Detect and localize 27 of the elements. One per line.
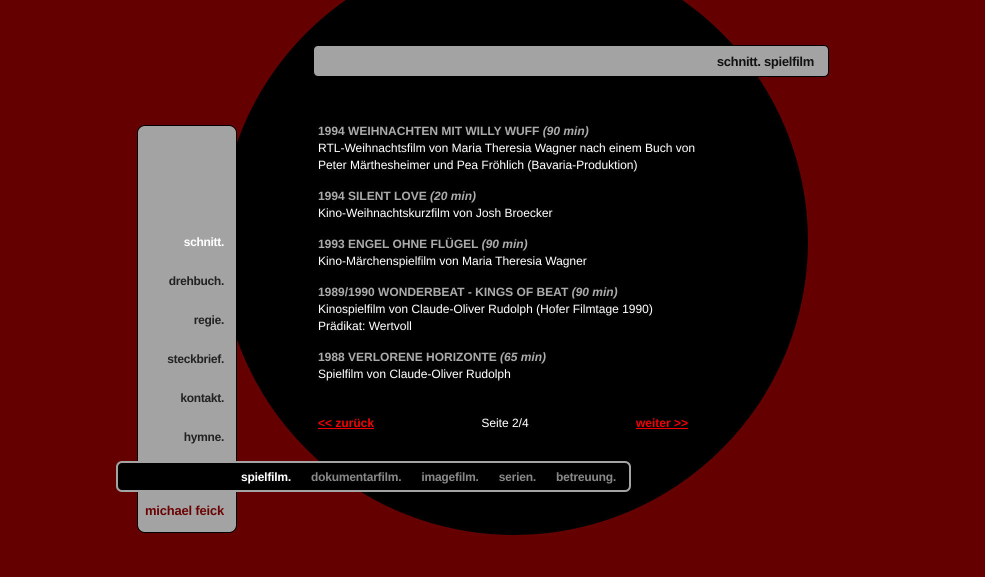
film-description: RTL-Weihnachtsfilm von Maria Theresia Wagner nach einem Buch von [318, 140, 696, 157]
film-description: Kino-Weihnachtskurzfilm von Josh Broecker [318, 205, 554, 222]
film-description: Spielfilm von Claude-Oliver Rudolph [318, 366, 512, 383]
category-link[interactable]: serien. [498, 470, 536, 484]
next-link[interactable]: weiter >> [636, 416, 688, 430]
film-title: 1989/1990 WONDERBEAT - KINGS OF BEAT (90 min) [318, 284, 619, 301]
sidebar-link[interactable]: hymne. [184, 429, 224, 445]
sidebar-link[interactable]: regie. [194, 312, 224, 328]
sidebar-link[interactable]: kontakt. [180, 390, 224, 406]
film-title: 1994 WEIHNACHTEN MIT WILLY WUFF (90 min) [318, 123, 590, 140]
page-title: schnitt. spielfilm [716, 54, 814, 68]
film-description: Kino-Märchenspielfilm von Maria Theresia Wagner [318, 253, 588, 270]
category-link[interactable]: betreuung. [556, 470, 616, 484]
sidebar-link[interactable]: drehbuch. [168, 273, 224, 289]
film-title: 1988 VERLORENE HORIZONTE (65 min) [318, 349, 548, 366]
category-link[interactable]: imagefilm. [421, 470, 479, 484]
category-link[interactable]: dokumentarfilm. [310, 470, 402, 484]
category-link[interactable]: spielfilm. [240, 470, 291, 484]
film-title: 1993 ENGEL OHNE FLÜGEL (90 min) [318, 236, 529, 253]
previous-link[interactable]: << zurück [318, 416, 374, 430]
film-title: 1994 SILENT LOVE (20 min) [318, 188, 478, 205]
film-description: Peter Märthesheimer und Pea Fröhlich (Bavaria-Produktion) [318, 157, 638, 174]
site-owner-name: michael feick [144, 503, 224, 518]
page-indicator: Seite 2/4 [481, 416, 529, 430]
film-description: Prädikat: Wertvoll [318, 318, 413, 335]
film-description: Kinospielfilm von Claude-Oliver Rudolph (Hofer Filmtage 1990) [318, 301, 654, 318]
sidebar-link[interactable]: steckbrief. [167, 351, 224, 367]
